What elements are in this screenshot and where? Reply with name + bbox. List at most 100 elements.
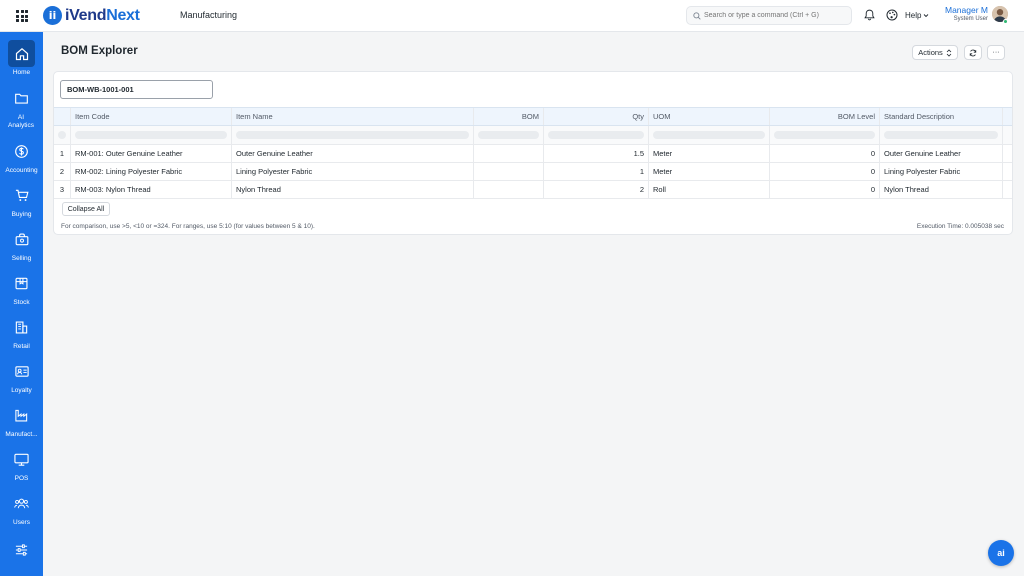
cell-uom[interactable]: Meter bbox=[649, 163, 770, 180]
column-header-bom[interactable]: BOM bbox=[474, 108, 544, 125]
filter-checkbox[interactable] bbox=[58, 131, 66, 139]
column-header-standard-description[interactable]: Standard Description bbox=[880, 108, 1003, 125]
chevron-down-icon bbox=[924, 14, 929, 18]
more-options-button[interactable]: ··· bbox=[987, 45, 1005, 60]
cell-qty[interactable]: 1.5 bbox=[544, 145, 649, 162]
cell-uom[interactable]: Roll bbox=[649, 181, 770, 198]
ai-assistant-button[interactable]: ai bbox=[988, 540, 1014, 566]
sidebar-item-pos[interactable]: POS bbox=[0, 446, 43, 483]
users-icon bbox=[14, 498, 29, 509]
sidebar-item-label: Manufact... bbox=[5, 431, 38, 438]
sidebar-item-label: Loyalty bbox=[11, 387, 32, 394]
cell-bom[interactable] bbox=[474, 181, 544, 198]
user-name: Manager M bbox=[945, 5, 988, 15]
logo-text: iVendNext bbox=[65, 7, 140, 25]
bag-icon bbox=[15, 233, 28, 246]
filter-input-bom[interactable] bbox=[478, 131, 539, 139]
sidebar-item-label: Accounting bbox=[5, 167, 38, 174]
filter-cell-item-code bbox=[71, 126, 232, 144]
filter-hint-text: For comparison, use >5, <10 or =324. For… bbox=[61, 223, 315, 230]
cell-bom-level[interactable]: 0 bbox=[770, 145, 880, 162]
filter-input-uom[interactable] bbox=[653, 131, 765, 139]
sidebar-item-settings[interactable] bbox=[0, 536, 43, 563]
sidebar-item-label: Buying bbox=[11, 211, 32, 218]
column-header-qty[interactable]: Qty bbox=[544, 108, 649, 125]
sidebar-item-label: Home bbox=[12, 69, 31, 76]
filter-input-description[interactable] bbox=[884, 131, 998, 139]
filter-input-qty[interactable] bbox=[548, 131, 644, 139]
logo-prefix: iVend bbox=[65, 6, 107, 24]
filter-input-item-name[interactable] bbox=[236, 131, 469, 139]
filter-cell-bom-level bbox=[770, 126, 880, 144]
filter-input-item-code[interactable] bbox=[75, 131, 227, 139]
online-status-dot bbox=[1003, 19, 1008, 24]
cell-bom[interactable] bbox=[474, 145, 544, 162]
search-input[interactable] bbox=[704, 12, 851, 19]
cell-item-code[interactable]: RM-001: Outer Genuine Leather bbox=[71, 145, 232, 162]
bom-filter-input[interactable] bbox=[60, 80, 213, 99]
cell-item-name[interactable]: Lining Polyester Fabric bbox=[232, 163, 474, 180]
home-icon bbox=[15, 47, 28, 60]
cell-item-code[interactable]: RM-002: Lining Polyester Fabric bbox=[71, 163, 232, 180]
cell-description[interactable]: Outer Genuine Leather bbox=[880, 145, 1003, 162]
filter-cell-uom bbox=[649, 126, 770, 144]
sidebar-item-ai-analytics[interactable]: AI Analytics bbox=[0, 85, 43, 129]
sidebar-item-buying[interactable]: Buying bbox=[0, 182, 43, 219]
factory-icon bbox=[15, 409, 28, 422]
help-label: Help bbox=[905, 11, 922, 20]
cell-item-name[interactable]: Nylon Thread bbox=[232, 181, 474, 198]
logo-mark-icon: ii bbox=[43, 6, 62, 25]
column-header-item-name[interactable]: Item Name bbox=[232, 108, 474, 125]
cart-icon bbox=[15, 189, 29, 201]
app-grid-icon[interactable] bbox=[16, 10, 28, 22]
awesomebar-search[interactable] bbox=[686, 6, 852, 25]
cell-item-code[interactable]: RM-003: Nylon Thread bbox=[71, 181, 232, 198]
refresh-icon bbox=[969, 49, 977, 56]
sidebar-item-manufacturing[interactable]: Manufact... bbox=[0, 402, 43, 439]
column-header-uom[interactable]: UOM bbox=[649, 108, 770, 125]
user-menu[interactable]: Manager M System User bbox=[940, 5, 988, 22]
notification-bell-icon[interactable] bbox=[864, 9, 875, 21]
cell-uom[interactable]: Meter bbox=[649, 145, 770, 162]
sidebar-item-loyalty[interactable]: Loyalty bbox=[0, 358, 43, 395]
table-row[interactable]: 3 RM-003: Nylon Thread Nylon Thread 2 Ro… bbox=[54, 181, 1012, 199]
filter-index-cell bbox=[54, 126, 71, 144]
cell-bom-level[interactable]: 0 bbox=[770, 181, 880, 198]
filter-cell-qty bbox=[544, 126, 649, 144]
cell-item-name[interactable]: Outer Genuine Leather bbox=[232, 145, 474, 162]
filter-cell-description bbox=[880, 126, 1003, 144]
cell-bom[interactable] bbox=[474, 163, 544, 180]
sidebar-item-users[interactable]: Users bbox=[0, 490, 43, 527]
folder-icon bbox=[15, 93, 28, 104]
breadcrumb-manufacturing[interactable]: Manufacturing bbox=[180, 10, 237, 20]
cell-qty[interactable]: 1 bbox=[544, 163, 649, 180]
sidebar-item-selling[interactable]: Selling bbox=[0, 226, 43, 263]
sidebar-item-retail[interactable]: Retail bbox=[0, 314, 43, 351]
table-row[interactable]: 2 RM-002: Lining Polyester Fabric Lining… bbox=[54, 163, 1012, 181]
column-header-bom-level[interactable]: BOM Level bbox=[770, 108, 880, 125]
refresh-button[interactable] bbox=[964, 45, 982, 60]
cell-description[interactable]: Lining Polyester Fabric bbox=[880, 163, 1003, 180]
help-dropdown[interactable]: Help bbox=[905, 11, 929, 20]
id-card-icon bbox=[14, 366, 29, 377]
collapse-all-button[interactable]: Collapse All bbox=[62, 202, 110, 216]
sidebar: Home AI Analytics Accounting Buying Sell… bbox=[0, 32, 43, 576]
sidebar-item-accounting[interactable]: Accounting bbox=[0, 138, 43, 175]
theme-palette-icon[interactable] bbox=[886, 9, 898, 21]
cell-description[interactable]: Nylon Thread bbox=[880, 181, 1003, 198]
actions-label: Actions bbox=[918, 48, 943, 57]
filter-input-bom-level[interactable] bbox=[774, 131, 875, 139]
app-logo[interactable]: ii iVendNext bbox=[43, 6, 140, 25]
monitor-icon bbox=[14, 453, 29, 466]
table-row[interactable]: 1 RM-001: Outer Genuine Leather Outer Ge… bbox=[54, 145, 1012, 163]
actions-button[interactable]: Actions bbox=[912, 45, 958, 60]
top-navbar: ii iVendNext Manufacturing Help Manager … bbox=[0, 0, 1024, 32]
page-title: BOM Explorer bbox=[61, 45, 138, 57]
cell-qty[interactable]: 2 bbox=[544, 181, 649, 198]
logo-suffix: Next bbox=[106, 6, 140, 24]
cell-bom-level[interactable]: 0 bbox=[770, 163, 880, 180]
user-role: System User bbox=[953, 16, 988, 22]
sidebar-item-stock[interactable]: Stock bbox=[0, 270, 43, 307]
column-header-item-code[interactable]: Item Code bbox=[71, 108, 232, 125]
sidebar-item-home[interactable]: Home bbox=[0, 40, 43, 77]
